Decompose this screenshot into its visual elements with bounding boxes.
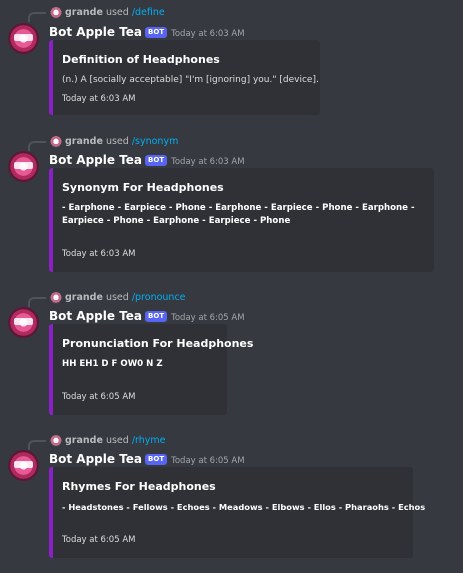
embed-description: - Earphone - Earpiece - Phone - Earphone… — [62, 203, 415, 226]
reply-used-text: used — [105, 7, 129, 18]
bot-avatar[interactable] — [8, 23, 39, 54]
bot-avatar[interactable] — [8, 151, 39, 182]
reply-reference[interactable]: grande used /synonym — [65, 136, 178, 148]
reply-reference[interactable]: grande used /pronounce — [65, 292, 186, 304]
reply-used-text: used — [105, 435, 129, 446]
embed-description: (n.) A [socially acceptable] "I'm [ignor… — [62, 75, 319, 85]
reply-used-text: used — [105, 136, 129, 147]
reply-connector — [28, 297, 46, 307]
author-name[interactable]: Bot Apple Tea — [49, 452, 142, 466]
bot-avatar[interactable] — [8, 450, 39, 481]
embed-description: HH EH1 D F OW0 N Z — [62, 359, 163, 369]
bot-tag-badge: BOT — [145, 155, 168, 166]
bot-tag-badge: BOT — [145, 27, 168, 38]
embed-title: Pronunciation For Headphones — [62, 337, 254, 350]
reply-connector — [28, 440, 46, 450]
embed-card: Rhymes For Headphones - Headstones - Fel… — [49, 467, 426, 558]
embed-description: - Headstones - Fellows - Echoes - Meadow… — [62, 502, 426, 512]
reply-reference[interactable]: grande used /rhyme — [65, 435, 166, 447]
reply-command[interactable]: /define — [132, 7, 165, 18]
author-name[interactable]: Bot Apple Tea — [49, 309, 142, 323]
embed-title: Synonym For Headphones — [62, 181, 224, 194]
reply-user-avatar[interactable] — [50, 7, 62, 19]
reply-user-avatar[interactable] — [50, 292, 62, 304]
embed-footer-timestamp: Today at 6:05 AM — [62, 392, 136, 402]
embed-footer-timestamp: Today at 6:05 AM — [62, 535, 136, 545]
reply-used-text: used — [105, 292, 129, 303]
message-timestamp[interactable]: Today at 6:03 AM — [171, 157, 244, 167]
bot-tag-badge: BOT — [145, 311, 168, 322]
message-header: Bot Apple Tea BOT Today at 6:03 AM — [49, 24, 245, 41]
reply-user-avatar[interactable] — [50, 435, 62, 447]
embed-card: Synonym For Headphones - Earphone - Earp… — [49, 168, 434, 272]
message-timestamp[interactable]: Today at 6:05 AM — [171, 313, 244, 323]
bot-avatar[interactable] — [8, 307, 39, 338]
message-header: Bot Apple Tea BOT Today at 6:03 AM — [49, 152, 245, 169]
embed-card: Pronunciation For Headphones HH EH1 D F … — [49, 324, 253, 415]
message-header: Bot Apple Tea BOT Today at 6:05 AM — [49, 451, 245, 468]
reply-command[interactable]: /rhyme — [132, 435, 166, 446]
reply-username[interactable]: grande — [65, 292, 103, 303]
reply-command[interactable]: /pronounce — [132, 292, 186, 303]
embed-title: Rhymes For Headphones — [62, 480, 216, 493]
reply-username[interactable]: grande — [65, 435, 103, 446]
embed-title: Definition of Headphones — [62, 53, 220, 66]
message-header: Bot Apple Tea BOT Today at 6:05 AM — [49, 308, 245, 325]
message-timestamp[interactable]: Today at 6:05 AM — [171, 456, 244, 466]
reply-user-avatar[interactable] — [50, 136, 62, 148]
reply-command[interactable]: /synonym — [132, 136, 179, 147]
reply-username[interactable]: grande — [65, 136, 103, 147]
reply-reference[interactable]: grande used /define — [65, 7, 165, 19]
reply-connector — [28, 12, 46, 22]
author-name[interactable]: Bot Apple Tea — [49, 25, 142, 39]
message-timestamp[interactable]: Today at 6:03 AM — [171, 29, 244, 39]
reply-username[interactable]: grande — [65, 7, 103, 18]
embed-card: Definition of Headphones (n.) A [sociall… — [49, 40, 320, 115]
reply-connector — [28, 141, 46, 151]
bot-tag-badge: BOT — [145, 454, 168, 465]
embed-footer-timestamp: Today at 6:03 AM — [62, 94, 136, 104]
embed-footer-timestamp: Today at 6:03 AM — [62, 249, 136, 259]
author-name[interactable]: Bot Apple Tea — [49, 153, 142, 167]
